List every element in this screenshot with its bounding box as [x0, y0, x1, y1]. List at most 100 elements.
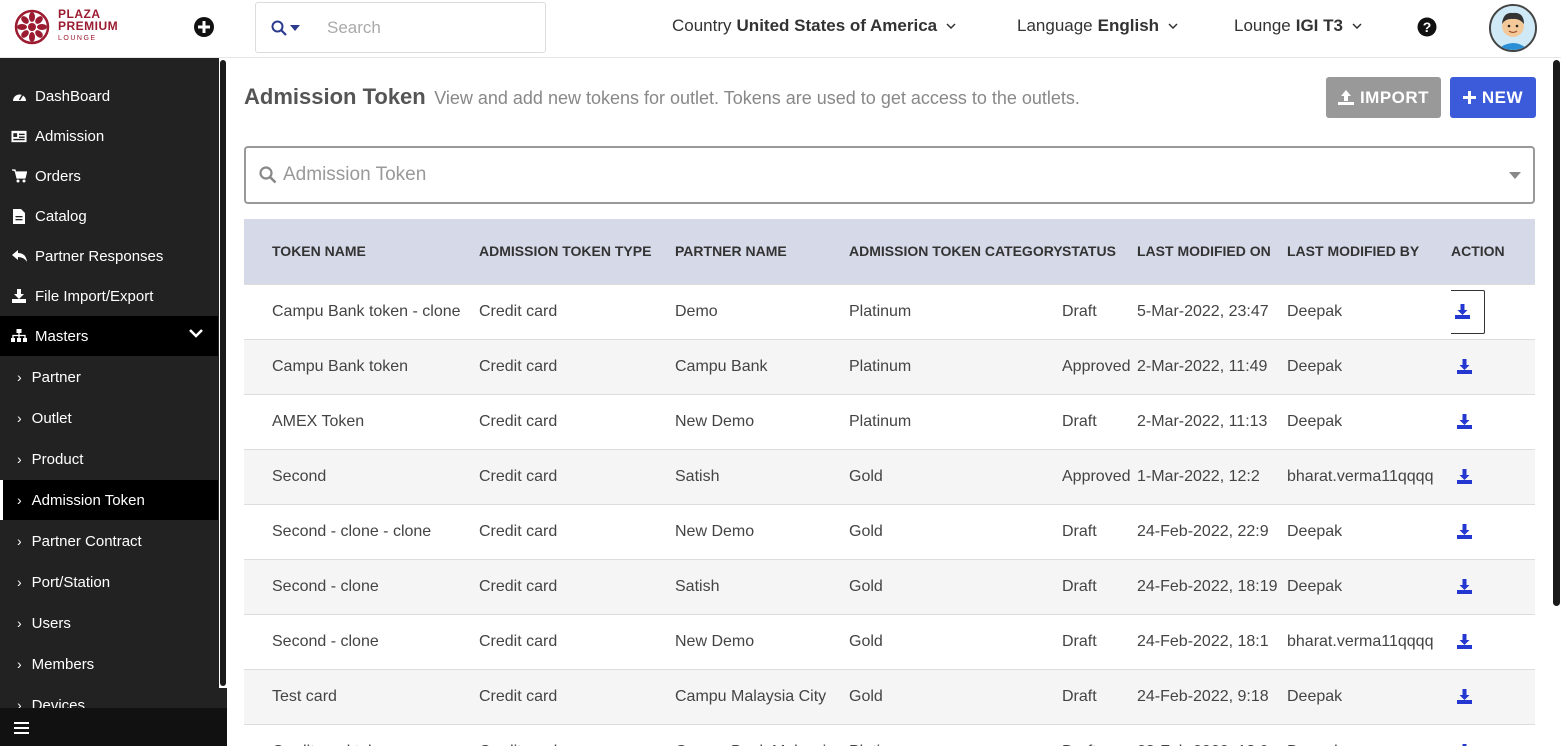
download-token-button[interactable]	[1451, 289, 1485, 334]
sidebar-item-file-import-export[interactable]: File Import/Export	[0, 276, 218, 316]
cart-icon	[11, 168, 27, 184]
main-scrollbar[interactable]	[1551, 60, 1561, 746]
table-row[interactable]: AMEX Token Credit card New Demo Platinum Dra…	[244, 393, 1535, 449]
token-type-cell: Credit card	[479, 338, 675, 394]
column-header[interactable]: LAST MODIFIED BY	[1287, 219, 1451, 284]
language-value: English	[1097, 16, 1160, 35]
sidebar-subitem-admission-token[interactable]: › Admission Token	[0, 480, 218, 520]
column-header[interactable]: LAST MODIFIED ON	[1137, 219, 1287, 284]
download-icon	[1456, 634, 1472, 649]
sidebar-item-dashboard[interactable]: DashBoard	[0, 76, 218, 116]
table-row[interactable]: Campu Bank token - clone Credit card Demo P…	[244, 283, 1535, 339]
sidebar-item-admission[interactable]: Admission	[0, 116, 218, 156]
partner-name-cell: Demo	[675, 283, 849, 339]
scrollbar-thumb[interactable]	[220, 60, 226, 686]
column-header[interactable]: ADMISSION TOKEN CATEGORY	[849, 219, 1063, 284]
sidebar-scrollbar[interactable]	[219, 58, 227, 688]
user-avatar-icon	[1491, 6, 1535, 50]
id-card-icon	[11, 128, 27, 144]
column-header[interactable]: STATUS	[1062, 219, 1137, 284]
sidebar-toggle[interactable]	[0, 708, 227, 746]
page-description: View and add new tokens for outlet. Toke…	[434, 88, 1080, 108]
scrollbar-thumb[interactable]	[1553, 60, 1560, 606]
status-cell: Draft	[1062, 503, 1137, 559]
chevron-down-icon	[189, 329, 203, 338]
partner-name-cell: New Demo	[675, 503, 849, 559]
language-label: Language	[1017, 16, 1093, 35]
sitemap-icon	[11, 328, 27, 344]
status-cell: Approved	[1062, 448, 1137, 504]
lounge-selector[interactable]: Lounge IGI T3	[1234, 16, 1362, 36]
lounge-value: IGI T3	[1295, 16, 1343, 35]
add-circle-icon[interactable]	[193, 16, 215, 38]
action-cell	[1451, 393, 1535, 449]
token-category-cell: Gold	[849, 503, 1062, 559]
download-token-button[interactable]	[1451, 574, 1477, 600]
sidebar-item-label: Admission	[35, 127, 105, 145]
token-category-cell: Gold	[849, 558, 1062, 614]
search-input[interactable]	[327, 17, 527, 38]
download-token-button[interactable]	[1451, 519, 1477, 545]
action-cell	[1451, 338, 1535, 394]
column-header[interactable]: PARTNER NAME	[675, 219, 849, 284]
sidebar-item-orders[interactable]: Orders	[0, 156, 218, 196]
column-header[interactable]: TOKEN NAME	[244, 219, 479, 284]
sidebar-subitem-port-station[interactable]: › Port/Station	[0, 562, 218, 602]
sidebar-subitem-partner-contract[interactable]: › Partner Contract	[0, 521, 218, 561]
partner-name-cell: Satish	[675, 448, 849, 504]
table-row[interactable]: Second - clone Credit card Satish Gold Draft…	[244, 558, 1535, 614]
column-header[interactable]: ADMISSION TOKEN TYPE	[479, 219, 675, 284]
sidebar-subitem-outlet[interactable]: › Outlet	[0, 398, 218, 438]
download-token-button[interactable]	[1451, 629, 1477, 655]
download-icon	[1456, 414, 1472, 429]
token-category-cell: Gold	[849, 613, 1062, 669]
download-token-button[interactable]	[1451, 464, 1477, 490]
last-modified-on-cell: 23-Feb-2022, 18:9	[1137, 723, 1287, 746]
sidebar-item-catalog[interactable]: Catalog	[0, 196, 218, 236]
action-cell	[1451, 723, 1535, 746]
token-name-cell: Second - clone	[244, 613, 479, 669]
last-modified-by-cell: Deepak	[1287, 668, 1451, 724]
table-row[interactable]: Second - clone - clone Credit card New Dem…	[244, 503, 1535, 559]
help-icon[interactable]: ?	[1417, 17, 1437, 37]
admission-token-filter[interactable]: Admission Token	[244, 146, 1535, 204]
download-token-button[interactable]	[1451, 739, 1477, 746]
status-cell: Draft	[1062, 613, 1137, 669]
sidebar-subitem-users[interactable]: › Users	[0, 603, 218, 643]
download-token-button[interactable]	[1451, 354, 1477, 380]
import-button[interactable]: IMPORT	[1326, 77, 1441, 118]
search-scope-dropdown[interactable]	[271, 20, 311, 36]
last-modified-by-cell: bharat.verma11qqqq	[1287, 448, 1451, 504]
token-type-cell: Credit card	[479, 613, 675, 669]
last-modified-by-cell: bharat.verma11qqqq	[1287, 613, 1451, 669]
token-category-cell: Gold	[849, 668, 1062, 724]
download-token-button[interactable]	[1451, 684, 1477, 710]
table-row[interactable]: Campu Bank token Credit card Campu Bank Pla…	[244, 338, 1535, 394]
country-label: Country	[672, 16, 732, 35]
table-row[interactable]: Second Credit card Satish Gold Approved 1-Mar…	[244, 448, 1535, 504]
sidebar-item-masters[interactable]: Masters	[0, 316, 218, 356]
table-row[interactable]: Credit card tokenCredit cardCampu Bank M…	[244, 723, 1535, 746]
upload-icon	[1337, 90, 1354, 105]
sidebar-item-label: Members	[31, 655, 95, 673]
user-avatar[interactable]	[1489, 4, 1537, 52]
sidebar-item-partner-responses[interactable]: Partner Responses	[0, 236, 218, 276]
lounge-label: Lounge	[1234, 16, 1291, 35]
global-search	[255, 2, 546, 53]
partner-name-cell: Campu Malaysia City	[675, 668, 849, 724]
sidebar-subitem-members[interactable]: › Members	[0, 644, 218, 684]
download-token-button[interactable]	[1451, 409, 1477, 435]
caret-down-icon	[1509, 172, 1521, 179]
country-selector[interactable]: Country United States of America	[672, 16, 956, 36]
sidebar-subitem-product[interactable]: › Product	[0, 439, 218, 479]
sidebar-item-label: Orders	[35, 167, 81, 185]
new-button[interactable]: NEW	[1450, 77, 1536, 118]
chevron-right-icon: ›	[17, 492, 22, 508]
table-row[interactable]: Test card Credit card Campu Malaysia City G…	[244, 668, 1535, 724]
token-name-cell: AMEX Token	[244, 393, 479, 449]
language-selector[interactable]: Language English	[1017, 16, 1178, 36]
table-row[interactable]: Second - clone Credit card New Demo Gold Dra…	[244, 613, 1535, 669]
sidebar-subitem-partner[interactable]: › Partner	[0, 357, 218, 397]
brand-logo[interactable]: PLAZA PREMIUM LOUNGE	[14, 8, 118, 45]
filter-placeholder: Admission Token	[283, 164, 427, 185]
